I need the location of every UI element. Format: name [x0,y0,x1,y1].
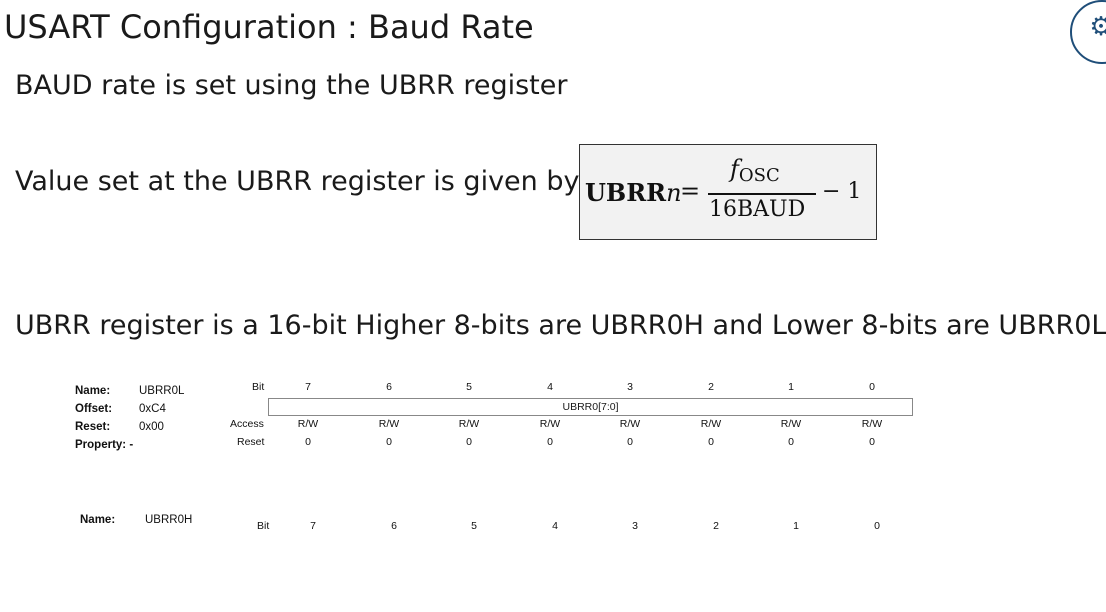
reset-bit: 0 [708,436,714,448]
formula-minus-one: − 1 [822,179,862,204]
text-value-set: Value set at the UBRR register is given … [15,166,580,197]
access-value: R/W [619,418,641,430]
fraction-bar [708,193,816,195]
reg-low-name-label: Name: [75,385,111,397]
slide-title: USART Configuration : Baud Rate [4,8,534,46]
reset-bit: 0 [466,436,472,448]
bit-number: 1 [793,520,799,532]
reg-high-name-value: UBRR0H [145,514,193,526]
formula-equals: = [680,177,701,205]
text-ubrr-16bit: UBRR register is a 16-bit Higher 8-bits … [15,310,1106,341]
reset-bit: 0 [788,436,794,448]
reg-low-bit-label: Bit [252,381,265,393]
bottom-mask [0,532,1106,612]
bit-number: 2 [713,520,719,532]
reg-low-offset-label: Offset: [75,403,113,415]
bit-number: 0 [874,520,880,532]
reg-low-access-label: Access [230,418,264,430]
reset-bit: 0 [869,436,875,448]
bit-number: 1 [788,381,794,393]
bit-number: 7 [310,520,316,532]
formula-numerator: fOSC [730,155,780,186]
bit-number: 3 [627,381,633,393]
reg-low-reset-value: 0x00 [139,421,164,433]
reset-bit: 0 [547,436,553,448]
bit-number: 6 [391,520,397,532]
access-value: R/W [861,418,883,430]
text-baud-rate: BAUD rate is set using the UBRR register [15,70,568,101]
bit-number: 0 [869,381,875,393]
access-value: R/W [539,418,561,430]
bit-number: 5 [471,520,477,532]
reg-low-name-value: UBRR0L [139,385,185,397]
access-value: R/W [780,418,802,430]
bit-number: 5 [466,381,472,393]
ubrr-formula: UBRRn = fOSC 16BAUD − 1 [579,144,877,240]
bit-number: 3 [632,520,638,532]
reg-low-property: Property: - [75,439,134,451]
gear-icon: ⚙ [1089,12,1106,42]
reg-low-offset-value: 0xC4 [139,403,166,415]
access-value: R/W [700,418,722,430]
reg-low-field: UBRR0[7:0] [268,398,913,416]
access-value: R/W [458,418,480,430]
bit-number: 7 [305,381,311,393]
access-value: R/W [297,418,319,430]
reg-high-name-label: Name: [80,514,116,526]
reg-low-reset-label: Reset: [75,421,111,433]
reset-bit: 0 [386,436,392,448]
reg-low-reset-row-label: Reset [237,436,265,448]
reset-bit: 0 [305,436,311,448]
logo: ⚙ [1070,0,1106,64]
bit-number: 4 [552,520,558,532]
bit-number: 2 [708,381,714,393]
access-value: R/W [378,418,400,430]
formula-denominator: 16BAUD [709,197,806,222]
reset-bit: 0 [627,436,633,448]
bit-number: 4 [547,381,553,393]
reg-high-bit-label: Bit [257,520,270,532]
bit-number: 6 [386,381,392,393]
formula-lhs: UBRRn [585,178,682,207]
